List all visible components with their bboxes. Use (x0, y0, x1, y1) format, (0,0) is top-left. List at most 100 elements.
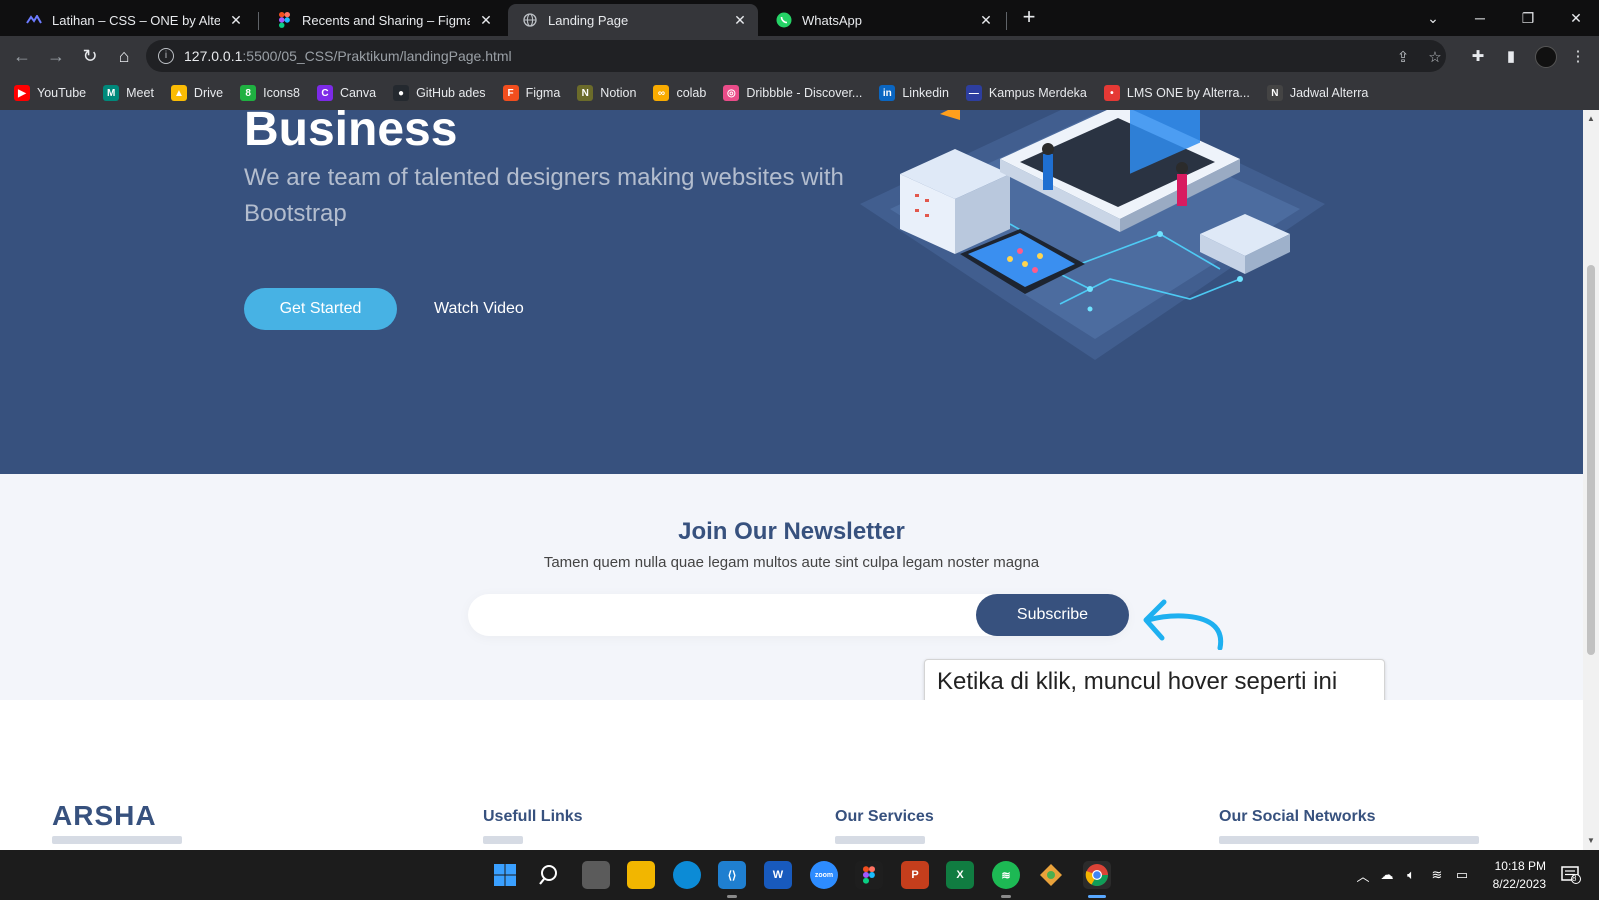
tab-divider (258, 12, 259, 30)
footer-address-line (52, 836, 182, 844)
newsletter-subtitle: Tamen quem nulla quae legam multos aute … (543, 554, 1040, 571)
menu-icon[interactable]: ⋮ (1568, 46, 1588, 66)
close-icon[interactable]: ✕ (228, 12, 244, 28)
bookmark-item[interactable]: F Figma (502, 85, 561, 101)
active-indicator (1088, 895, 1106, 898)
bookmark-item[interactable]: N Notion (577, 85, 636, 101)
onedrive-icon[interactable]: ☁ (1378, 866, 1396, 884)
bookmark-favicon-icon: ● (393, 85, 410, 101)
task-view-icon[interactable] (582, 861, 610, 889)
running-indicator (727, 895, 737, 898)
tab-latihan-css[interactable]: Latihan – CSS – ONE by Alterra A ✕ (12, 4, 254, 36)
tab-search-icon[interactable]: ⌄ (1411, 4, 1455, 32)
bookmark-item[interactable]: N Jadwal Alterra (1266, 85, 1369, 101)
system-clock[interactable]: 10:18 PM 8/22/2023 (1470, 857, 1546, 893)
tab-title: Latihan – CSS – ONE by Alterra A (52, 12, 220, 28)
bookmark-item[interactable]: ∞ colab (653, 85, 706, 101)
search-icon[interactable] (536, 861, 564, 889)
share-icon[interactable]: ⇪ (1394, 48, 1412, 66)
excel-icon[interactable]: X (946, 861, 974, 889)
close-icon[interactable]: ✕ (978, 12, 994, 28)
extensions-icon[interactable]: ✚ (1468, 46, 1488, 66)
close-icon[interactable]: ✕ (478, 12, 494, 28)
powerpoint-icon[interactable]: P (901, 861, 929, 889)
notification-count: 8 (1572, 874, 1577, 883)
bookmark-favicon-icon: 8 (240, 85, 257, 101)
address-bar[interactable]: i 127.0.0.1 :5500/05_CSS/Praktikum/landi… (146, 40, 1446, 72)
bookmark-favicon-icon: ▲ (170, 85, 187, 101)
windows-start-icon[interactable] (491, 861, 519, 889)
tab-title: Recents and Sharing – Figma (302, 12, 470, 28)
bookmark-item[interactable]: ● GitHub ades (393, 85, 486, 101)
new-tab-button[interactable]: + (1017, 6, 1041, 30)
scroll-up-icon[interactable]: ▲ (1586, 114, 1596, 124)
scroll-down-icon[interactable]: ▼ (1586, 836, 1596, 846)
hero-section: Business We are team of talented designe… (0, 110, 1583, 474)
vscode-icon[interactable]: ⟨⟩ (718, 861, 746, 889)
git-client-icon[interactable] (1037, 861, 1065, 889)
close-icon[interactable]: ✕ (732, 12, 748, 28)
bookmark-item[interactable]: ◎ Dribbble - Discover... (723, 85, 862, 101)
minimize-icon[interactable]: ─ (1458, 4, 1502, 32)
figma-app-icon[interactable] (855, 861, 883, 889)
page-scrollbar[interactable]: ▲ ▼ (1583, 110, 1599, 850)
wifi-icon[interactable]: ≋ (1428, 866, 1446, 884)
bookmark-favicon-icon: N (577, 85, 594, 101)
bookmark-label: Figma (525, 86, 561, 100)
bookmark-item[interactable]: — Kampus Merdeka (965, 85, 1087, 101)
footer-logo: ARSHA (52, 800, 157, 831)
bookmark-item[interactable]: ▶ YouTube (14, 85, 86, 101)
tab-figma[interactable]: Recents and Sharing – Figma ✕ (262, 4, 504, 36)
volume-icon[interactable]: 🔈︎ (1402, 866, 1420, 884)
spotify-icon[interactable]: ≋ (992, 861, 1020, 889)
tray-chevron-icon[interactable]: ︿ (1354, 866, 1372, 884)
chrome-icon[interactable] (1083, 861, 1111, 889)
zoom-icon[interactable]: zoom (810, 861, 838, 889)
annotation-note: Ketika di klik, muncul hover seperti ini (924, 659, 1385, 705)
profile-avatar[interactable] (1535, 46, 1557, 68)
email-input[interactable] (468, 594, 968, 636)
footer-social-line (1219, 836, 1479, 844)
site-info-icon[interactable]: i (158, 48, 174, 64)
battery-icon[interactable]: ▭ (1453, 866, 1471, 884)
bookmark-label: colab (676, 86, 707, 100)
scroll-thumb[interactable] (1587, 265, 1595, 655)
reload-icon[interactable]: ↻ (78, 44, 102, 68)
globe-icon (522, 12, 538, 28)
get-started-button[interactable]: Get Started (244, 288, 397, 330)
bookmark-item[interactable]: C Canva (316, 85, 376, 101)
word-icon[interactable]: W (764, 861, 792, 889)
newsletter-section: Join Our Newsletter Tamen quem nulla qua… (0, 474, 1583, 705)
forward-icon[interactable]: → (44, 44, 68, 68)
bookmark-favicon-icon: F (502, 85, 519, 101)
file-explorer-icon[interactable] (627, 861, 655, 889)
bookmark-favicon-icon: ∞ (653, 85, 670, 101)
bookmark-item[interactable]: M Meet (103, 85, 154, 101)
hero-illustration (860, 110, 1325, 360)
bookmark-favicon-icon: — (965, 85, 982, 101)
tab-landing-page[interactable]: Landing Page ✕ (508, 4, 758, 36)
bookmarks-bar: ▶ YouTube M Meet ▲ Drive 8 Icons8 C Canva ● GitHub … (0, 76, 1599, 110)
side-panel-icon[interactable]: ▮ (1501, 46, 1521, 66)
notification-icon[interactable]: 8 (1559, 866, 1583, 884)
hero-title: Business (244, 110, 458, 156)
back-icon[interactable]: ← (10, 44, 34, 68)
subscribe-button[interactable]: Subscribe (976, 594, 1129, 636)
whatsapp-icon (776, 12, 792, 28)
bookmark-item[interactable]: • LMS ONE by Alterra... (1103, 85, 1250, 101)
bookmark-favicon-icon: in (879, 85, 896, 101)
bookmark-item[interactable]: ▲ Drive (170, 85, 223, 101)
bookmark-item[interactable]: 8 Icons8 (240, 85, 300, 101)
watch-video-link[interactable]: Watch Video (434, 288, 524, 330)
close-window-icon[interactable]: ✕ (1554, 4, 1598, 32)
tab-whatsapp[interactable]: WhatsApp ✕ (762, 4, 1004, 36)
bookmark-favicon-icon: ◎ (723, 85, 740, 101)
browser-tab-strip: Latihan – CSS – ONE by Alterra A ✕ Recen… (0, 0, 1599, 36)
figma-icon (276, 12, 292, 28)
edge-icon[interactable] (673, 861, 701, 889)
bookmark-item[interactable]: in Linkedin (879, 85, 949, 101)
restore-icon[interactable]: ❐ (1506, 4, 1550, 32)
bookmark-label: Jadwal Alterra (1289, 86, 1369, 100)
home-icon[interactable]: ⌂ (112, 44, 136, 68)
bookmark-star-icon[interactable]: ☆ (1426, 48, 1444, 66)
